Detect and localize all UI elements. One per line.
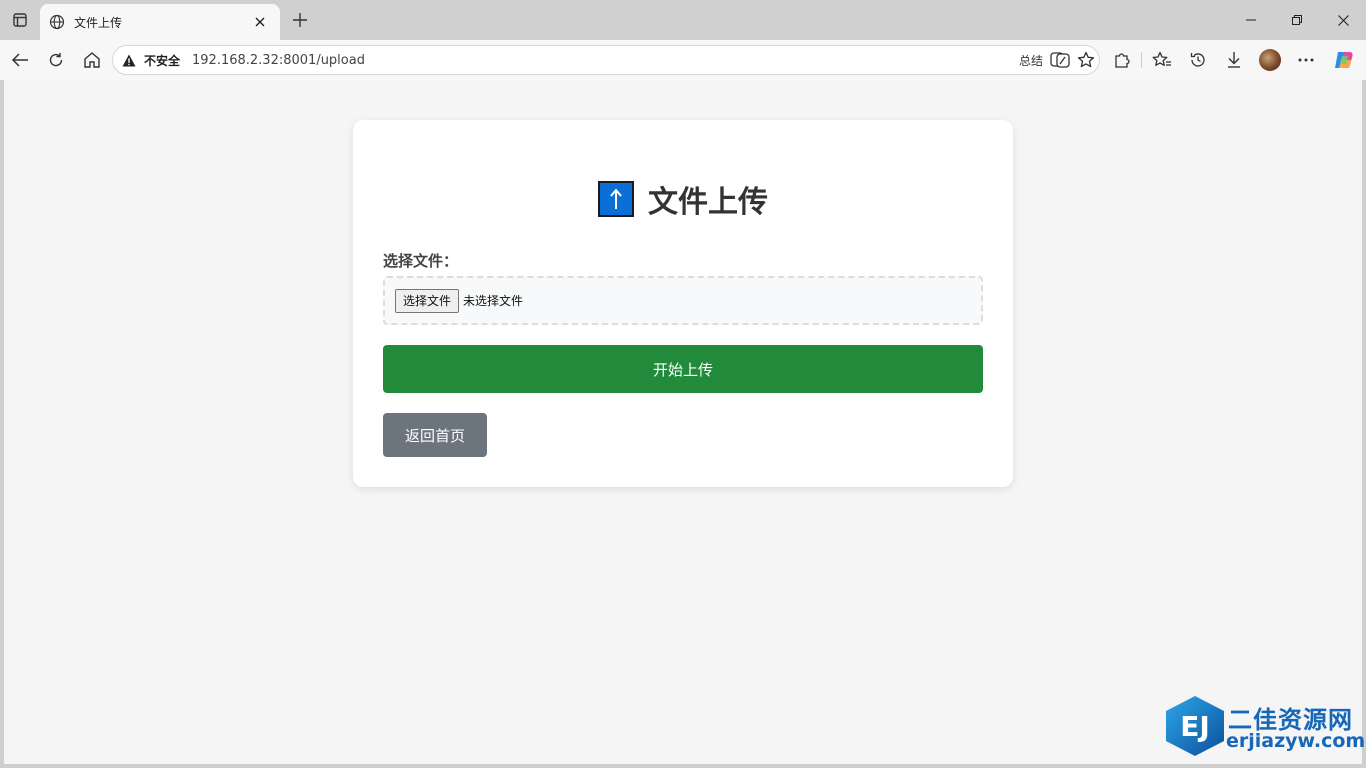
minimize-icon — [1246, 19, 1256, 21]
tab-strip: 文件上传 — [0, 0, 1366, 40]
avatar — [1259, 49, 1281, 71]
page-viewport: 文件上传 选择文件： 选择文件 未选择文件 开始上传 返回首页 — [4, 80, 1362, 764]
arrow-left-icon — [11, 53, 28, 67]
browser-tab[interactable]: 文件上传 — [40, 4, 280, 40]
page-heading: 文件上传 — [353, 177, 1013, 221]
refresh-icon — [49, 53, 63, 67]
url-text[interactable]: 192.168.2.32:8001/upload — [192, 53, 1019, 68]
settings-more-button[interactable] — [1292, 46, 1320, 74]
start-upload-button[interactable]: 开始上传 — [383, 345, 983, 393]
refresh-button[interactable] — [42, 46, 70, 74]
tab-actions-button[interactable] — [6, 7, 34, 33]
toolbar-divider — [1141, 52, 1142, 68]
tab-title: 文件上传 — [74, 15, 123, 30]
tab-close-icon[interactable] — [250, 12, 270, 32]
favorite-star-icon[interactable] — [1073, 47, 1099, 73]
back-button[interactable] — [6, 46, 34, 74]
warning-icon — [122, 53, 136, 67]
home-icon — [84, 52, 100, 68]
copilot-button[interactable] — [1330, 46, 1358, 74]
history-button[interactable] — [1184, 46, 1212, 74]
back-home-button[interactable]: 返回首页 — [383, 413, 487, 457]
file-label: 选择文件： — [383, 252, 459, 270]
security-label[interactable]: 不安全 — [144, 52, 180, 69]
upload-card: 文件上传 选择文件： 选择文件 未选择文件 开始上传 返回首页 — [353, 120, 1013, 487]
summary-label[interactable]: 总结 — [1019, 52, 1043, 69]
minimize-button[interactable] — [1228, 0, 1274, 40]
more-dots-icon — [1298, 58, 1314, 62]
puzzle-icon — [1115, 53, 1130, 68]
summarize-icon[interactable] — [1047, 47, 1073, 73]
favorites-list-icon — [1152, 51, 1171, 66]
watermark: EJ 二佳资源网 erjiazyw.com — [1166, 696, 1366, 758]
restore-icon — [1292, 15, 1302, 25]
choose-file-button[interactable]: 选择文件 — [395, 288, 460, 313]
downloads-button[interactable] — [1220, 46, 1248, 74]
address-bar[interactable]: 不安全 192.168.2.32:8001/upload 总结 — [112, 45, 1100, 75]
file-input-area[interactable]: 选择文件 未选择文件 — [383, 276, 983, 325]
close-icon — [1337, 14, 1349, 26]
up-arrow-icon — [598, 181, 634, 217]
browser-toolbar: 不安全 192.168.2.32:8001/upload 总结 — [0, 40, 1366, 80]
tab-actions-icon — [13, 13, 27, 27]
plus-icon — [293, 13, 307, 27]
new-tab-button[interactable] — [288, 8, 312, 32]
profile-button[interactable] — [1256, 46, 1284, 74]
close-window-button[interactable] — [1320, 0, 1366, 40]
watermark-logo: EJ — [1166, 696, 1224, 756]
restore-button[interactable] — [1274, 0, 1320, 40]
watermark-domain: erjiazyw.com — [1226, 730, 1366, 752]
globe-icon — [48, 13, 66, 31]
file-status-text: 未选择文件 — [463, 294, 524, 308]
extensions-button[interactable] — [1108, 46, 1136, 74]
favorites-button[interactable] — [1148, 46, 1176, 74]
page-title: 文件上传 — [648, 185, 768, 220]
copilot-icon — [1335, 52, 1353, 68]
download-icon — [1228, 52, 1240, 68]
history-icon — [1190, 53, 1205, 67]
home-nav-button[interactable] — [78, 46, 106, 74]
